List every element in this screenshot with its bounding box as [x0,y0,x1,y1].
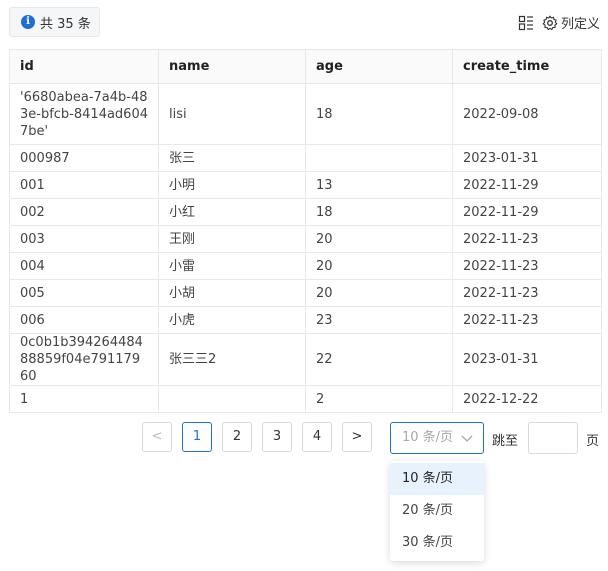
jump-page-input[interactable] [528,422,578,454]
table-row: '6680abea-7a4b-483e-bfcb-8414ad6047be' l… [9,83,602,145]
page-unit-label: 页 [586,434,600,449]
cell-create-time: 2023-01-31 [452,333,602,386]
page-button-1[interactable]: 1 [182,422,212,452]
table-row: 006 小虎 23 2022-11-23 [9,306,602,334]
table-row: 002 小红 18 2022-11-29 [9,198,602,226]
cell-name: 张三 [158,144,306,172]
table-row: 001 小明 13 2022-11-29 [9,171,602,199]
cell-name: 小红 [158,198,306,226]
info-icon: i [21,15,35,29]
column-header-id[interactable]: id [9,49,159,84]
page-size-dropdown: 10 条/页 20 条/页 30 条/页 [390,461,484,561]
column-header-age[interactable]: age [305,49,453,84]
cell-id: 005 [9,279,159,307]
table-toolbar: i 共 35 条 列定义 [9,7,608,39]
cell-age: 18 [305,198,453,226]
cell-create-time: 2022-11-23 [452,225,602,253]
cell-id: '6680abea-7a4b-483e-bfcb-8414ad6047be' [9,83,159,145]
cell-age: 20 [305,225,453,253]
jump-to-label: 跳至 [492,434,519,449]
cell-id: 006 [9,306,159,334]
table-row: 005 小胡 20 2022-11-23 [9,279,602,307]
pagination: < 1 2 3 4 > 10 条/页 跳至 页 [0,422,608,454]
settings-gear-icon[interactable] [542,15,558,31]
cell-id: 002 [9,198,159,226]
column-header-name[interactable]: name [158,49,306,84]
page-button-2[interactable]: 2 [222,422,252,452]
cell-name: 小明 [158,171,306,199]
data-table: id name age create_time '6680abea-7a4b-4… [9,49,602,413]
cell-id: 0c0b1b39426448488859f04e79117960 [9,333,159,386]
cell-name: 小雷 [158,252,306,280]
cell-age: 2 [305,385,453,413]
cell-create-time: 2022-11-23 [452,252,602,280]
page-size-value: 10 条/页 [402,430,454,445]
cell-create-time: 2022-11-23 [452,306,602,334]
page-size-select[interactable]: 10 条/页 [390,422,484,454]
cell-name [158,385,306,413]
total-count-text: 共 35 条 [40,16,91,32]
cell-name: 小胡 [158,279,306,307]
column-header-create-time[interactable]: create_time [452,49,602,84]
cell-age: 23 [305,306,453,334]
table-row: 0c0b1b39426448488859f04e79117960 张三三2 22… [9,333,602,386]
next-page-button[interactable]: > [342,422,372,452]
column-settings-button[interactable]: 列定义 [561,13,600,32]
page-button-3[interactable]: 3 [262,422,292,452]
cell-age: 13 [305,171,453,199]
cell-id: 004 [9,252,159,280]
cell-id: 000987 [9,144,159,172]
page-size-option-20[interactable]: 20 条/页 [390,495,484,527]
cell-name: lisi [158,83,306,145]
chevron-right-icon: > [351,429,363,444]
cell-age [305,144,453,172]
cell-create-time: 2022-09-08 [452,83,602,145]
table-row: 1 2 2022-12-22 [9,385,602,413]
cell-create-time: 2022-11-29 [452,171,602,199]
cell-id: 003 [9,225,159,253]
cell-create-time: 2022-11-23 [452,279,602,307]
cell-id: 1 [9,385,159,413]
cell-id: 001 [9,171,159,199]
page-size-option-30[interactable]: 30 条/页 [390,527,484,559]
cell-age: 18 [305,83,453,145]
density-icon[interactable] [518,15,534,31]
cell-age: 20 [305,279,453,307]
chevron-left-icon: < [151,429,163,444]
cell-create-time: 2023-01-31 [452,144,602,172]
page-size-option-10[interactable]: 10 条/页 [390,463,484,495]
cell-name: 小虎 [158,306,306,334]
table-row: 000987 张三 2023-01-31 [9,144,602,172]
page-button-4[interactable]: 4 [302,422,332,452]
cell-name: 王刚 [158,225,306,253]
table-row: 004 小雷 20 2022-11-23 [9,252,602,280]
prev-page-button[interactable]: < [142,422,172,452]
cell-name: 张三三2 [158,333,306,386]
table-tools: 列定义 [510,13,600,32]
cell-create-time: 2022-11-29 [452,198,602,226]
cell-age: 20 [305,252,453,280]
cell-create-time: 2022-12-22 [452,385,602,413]
table-header-row: id name age create_time [9,49,602,84]
table-row: 003 王刚 20 2022-11-23 [9,225,602,253]
chevron-down-icon [461,435,473,442]
total-count-badge: i 共 35 条 [9,7,100,37]
cell-age: 22 [305,333,453,386]
